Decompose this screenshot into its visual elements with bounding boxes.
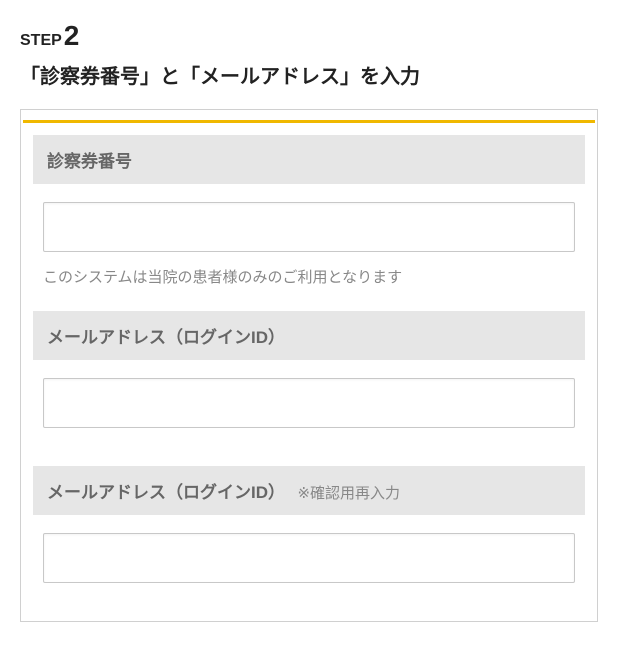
form-inner: 診察券番号 このシステムは当院の患者様のみのご利用となります メールアドレス（ロ… bbox=[21, 123, 597, 621]
step-number: 2 bbox=[64, 20, 80, 52]
section-header-email: メールアドレス（ログインID） bbox=[33, 311, 585, 360]
input-wrap-email bbox=[33, 360, 585, 436]
patient-number-input[interactable] bbox=[43, 202, 575, 252]
section-label: メールアドレス（ログインID） bbox=[47, 328, 285, 347]
input-wrap-patient-number bbox=[33, 184, 585, 260]
section-label: 診察券番号 bbox=[47, 152, 132, 171]
spacer bbox=[33, 436, 585, 460]
patient-number-hint: このシステムは当院の患者様のみのご利用となります bbox=[33, 260, 585, 305]
step-label: STEP2 bbox=[20, 20, 79, 52]
section-note: ※確認用再入力 bbox=[297, 485, 400, 502]
section-label: メールアドレス（ログインID） bbox=[47, 483, 285, 502]
email-confirm-input[interactable] bbox=[43, 533, 575, 583]
section-header-email-confirm: メールアドレス（ログインID） ※確認用再入力 bbox=[33, 466, 585, 515]
registration-form: 診察券番号 このシステムは当院の患者様のみのご利用となります メールアドレス（ロ… bbox=[20, 109, 598, 622]
section-header-patient-number: 診察券番号 bbox=[33, 135, 585, 184]
email-input[interactable] bbox=[43, 378, 575, 428]
step-prefix: STEP bbox=[20, 32, 62, 50]
step-title: 「診察券番号」と「メールアドレス」を入力 bbox=[20, 60, 598, 89]
input-wrap-email-confirm bbox=[33, 515, 585, 591]
step-header: STEP2 bbox=[20, 20, 598, 52]
